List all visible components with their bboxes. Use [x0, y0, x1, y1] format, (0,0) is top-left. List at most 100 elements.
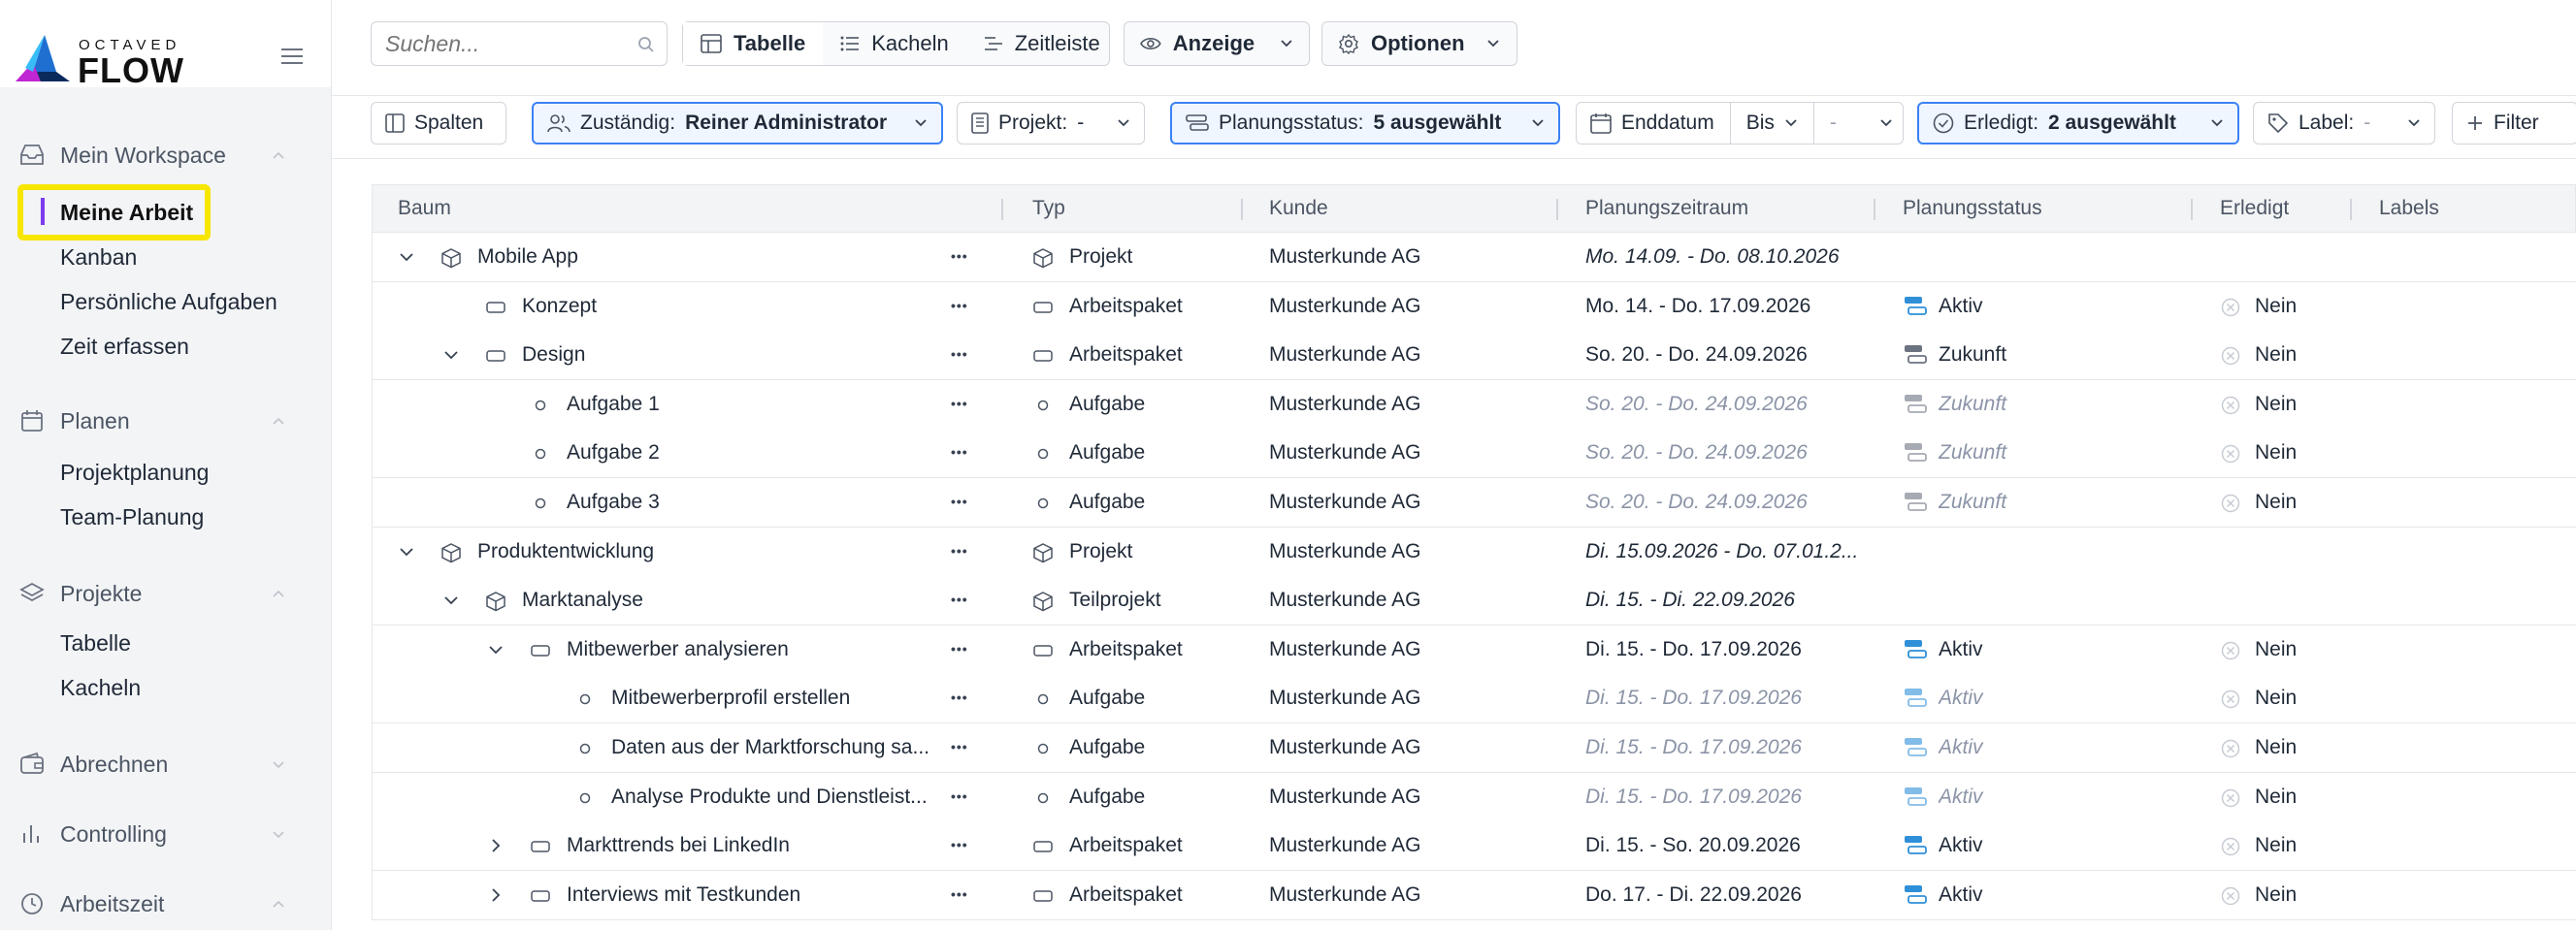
- end-date-filter[interactable]: Enddatum Bis -: [1576, 102, 1904, 144]
- sidebar-section-label: Abrechnen: [60, 751, 169, 777]
- sidebar-item-persönliche-aufgaben[interactable]: Persönliche Aufgaben: [60, 285, 277, 318]
- row-actions-icon[interactable]: •••: [951, 689, 968, 705]
- row-actions-icon[interactable]: •••: [951, 396, 968, 411]
- sidebar-section-mein-workspace[interactable]: Mein Workspace: [0, 136, 332, 175]
- row-customer: Musterkunde AG: [1269, 491, 1421, 513]
- collapse-chevron-icon[interactable]: [398, 248, 415, 266]
- view-tab-tiles[interactable]: Kacheln: [823, 22, 966, 65]
- columns-button[interactable]: Spalten: [371, 102, 506, 144]
- row-actions-icon[interactable]: •••: [951, 641, 968, 657]
- assignee-filter[interactable]: Zuständig: Reiner Administrator: [532, 102, 943, 144]
- project-filter[interactable]: Projekt: -: [957, 102, 1145, 144]
- column-header-tree[interactable]: Baum: [398, 197, 451, 220]
- column-resize-handle[interactable]: [1241, 199, 1243, 220]
- row-name: Produktentwicklung: [477, 539, 655, 562]
- end-date-value[interactable]: -: [1830, 112, 1837, 135]
- column-header-customer[interactable]: Kunde: [1269, 197, 1328, 220]
- column-header-type[interactable]: Typ: [1032, 197, 1065, 220]
- column-resize-handle[interactable]: [2350, 199, 2352, 220]
- planning-status-icon: [1905, 493, 1927, 511]
- sidebar-item-team-planung[interactable]: Team-Planung: [60, 500, 204, 533]
- column-header-done[interactable]: Erledigt: [2220, 197, 2289, 220]
- column-resize-handle[interactable]: [1001, 199, 1003, 220]
- task-circle-icon: [1037, 743, 1049, 754]
- task-circle-icon: [535, 497, 546, 509]
- sidebar-section-controlling[interactable]: Controlling: [0, 815, 332, 853]
- column-resize-handle[interactable]: [1556, 199, 1558, 220]
- expand-chevron-icon[interactable]: [487, 886, 505, 904]
- chevron-up-icon[interactable]: [270, 585, 287, 602]
- row-actions-icon[interactable]: •••: [951, 444, 968, 460]
- table-row[interactable]: Aufgabe 1 ••• Aufgabe Musterkunde AG So. 20.…: [372, 379, 2576, 430]
- sidebar-item-meine-arbeit[interactable]: Meine Arbeit: [60, 196, 193, 229]
- row-actions-icon[interactable]: •••: [951, 543, 968, 559]
- table-row[interactable]: Marktanalyse ••• Teilprojekt Musterkunde AG…: [372, 576, 2576, 626]
- chevron-down-icon[interactable]: [270, 825, 287, 843]
- chevron-up-icon[interactable]: [270, 412, 287, 430]
- row-actions-icon[interactable]: •••: [951, 298, 968, 313]
- view-tab-table[interactable]: Tabelle: [683, 22, 824, 65]
- column-header-planning-status[interactable]: Planungsstatus: [1903, 197, 2042, 220]
- done-filter[interactable]: Erledigt: 2 ausgewählt: [1917, 102, 2239, 144]
- table-row[interactable]: Produktentwicklung ••• Projekt Musterkunde …: [372, 527, 2576, 577]
- table-row[interactable]: Interviews mit Testkunden ••• Arbeitspaket…: [372, 870, 2576, 920]
- row-period: So. 20. - Do. 24.09.2026: [1585, 392, 1808, 415]
- options-button[interactable]: Optionen: [1321, 21, 1517, 66]
- collapse-chevron-icon[interactable]: [442, 592, 460, 609]
- view-tab-timeline[interactable]: Zeitleiste: [966, 22, 1118, 65]
- table-row[interactable]: Mitbewerberprofil erstellen ••• Aufgabe Mus…: [372, 674, 2576, 724]
- row-actions-icon[interactable]: •••: [951, 739, 968, 754]
- row-actions-icon[interactable]: •••: [951, 886, 968, 902]
- collapse-chevron-icon[interactable]: [487, 641, 505, 658]
- end-date-operator[interactable]: Bis: [1746, 112, 1775, 135]
- expand-chevron-icon[interactable]: [487, 837, 505, 854]
- search-box[interactable]: [371, 21, 668, 66]
- table-row[interactable]: Konzept ••• Arbeitspaket Musterkunde AG Mo. …: [372, 281, 2576, 332]
- sidebar-section-arbeitszeit[interactable]: Arbeitszeit: [0, 884, 332, 923]
- project-label: Projekt:: [998, 112, 1068, 134]
- sidebar-item-projektplanung[interactable]: Projektplanung: [60, 456, 209, 489]
- chevron-up-icon[interactable]: [270, 146, 287, 164]
- collapse-chevron-icon[interactable]: [442, 346, 460, 364]
- not-done-icon: [2221, 739, 2240, 758]
- sidebar-item-zeit-erfassen[interactable]: Zeit erfassen: [60, 330, 189, 363]
- sidebar-item-tabelle[interactable]: Tabelle: [60, 626, 131, 659]
- row-type: Teilprojekt: [1069, 589, 1161, 612]
- column-resize-handle[interactable]: [1874, 199, 1875, 220]
- planning-status-filter[interactable]: Planungsstatus: 5 ausgewählt: [1170, 102, 1560, 144]
- table-row[interactable]: Design ••• Arbeitspaket Musterkunde AG So. 2…: [372, 331, 2576, 381]
- table-row[interactable]: Daten aus der Marktforschung sa... ••• Auf…: [372, 723, 2576, 773]
- display-button[interactable]: Anzeige: [1124, 21, 1310, 66]
- sidebar-section-projekte[interactable]: Projekte: [0, 574, 332, 613]
- table-row[interactable]: Analyse Produkte und Dienstleist... ••• Au…: [372, 772, 2576, 822]
- sidebar-item-kanban[interactable]: Kanban: [60, 241, 137, 273]
- column-header-period[interactable]: Planungszeitraum: [1585, 197, 1748, 220]
- row-status: Aktiv: [1939, 834, 1983, 857]
- table-row[interactable]: Mitbewerber analysieren ••• Arbeitspaket Mu…: [372, 625, 2576, 675]
- chevron-down-icon[interactable]: [270, 755, 287, 773]
- table-row[interactable]: Aufgabe 2 ••• Aufgabe Musterkunde AG So. 20.…: [372, 429, 2576, 479]
- row-period: Do. 17. - Di. 22.09.2026: [1585, 882, 1802, 906]
- column-header-labels[interactable]: Labels: [2379, 197, 2439, 220]
- row-actions-icon[interactable]: •••: [951, 788, 968, 804]
- row-actions-icon[interactable]: •••: [951, 346, 968, 362]
- row-actions-icon[interactable]: •••: [951, 592, 968, 607]
- label-filter[interactable]: Label: -: [2253, 102, 2435, 144]
- search-input[interactable]: [385, 30, 618, 57]
- table-row[interactable]: Mobile App ••• Projekt Musterkunde AG Mo. 14…: [372, 233, 2576, 282]
- chevron-up-icon[interactable]: [270, 895, 287, 913]
- sidebar-item-kacheln[interactable]: Kacheln: [60, 671, 141, 704]
- row-name: Aufgabe 1: [567, 392, 660, 415]
- table-row[interactable]: Aufgabe 3 ••• Aufgabe Musterkunde AG So. 20.…: [372, 478, 2576, 528]
- row-actions-icon[interactable]: •••: [951, 494, 968, 509]
- task-circle-icon: [1037, 449, 1049, 460]
- row-actions-icon[interactable]: •••: [951, 248, 968, 264]
- column-resize-handle[interactable]: [2191, 199, 2193, 220]
- collapse-chevron-icon[interactable]: [398, 543, 415, 561]
- row-actions-icon[interactable]: •••: [951, 837, 968, 852]
- add-filter-button[interactable]: Filter: [2452, 102, 2576, 144]
- table-row[interactable]: Markttrends bei LinkedIn ••• Arbeitspaket M…: [372, 821, 2576, 872]
- menu-toggle-icon[interactable]: [281, 48, 303, 66]
- sidebar-section-planen[interactable]: Planen: [0, 401, 332, 440]
- sidebar-section-abrechnen[interactable]: Abrechnen: [0, 745, 332, 784]
